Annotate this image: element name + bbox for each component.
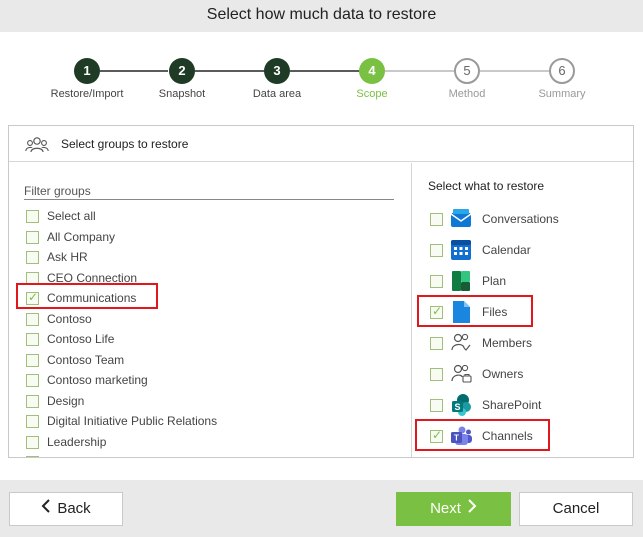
checkbox[interactable] bbox=[26, 436, 39, 449]
checkbox[interactable] bbox=[26, 333, 39, 346]
group-label: Contoso Life bbox=[47, 332, 115, 346]
groups-icon bbox=[25, 135, 49, 160]
step-label: Method bbox=[448, 88, 486, 100]
next-button-label: Next bbox=[430, 500, 461, 517]
step-method: 5 Method bbox=[417, 58, 517, 100]
highlight-box bbox=[415, 419, 550, 451]
checkbox[interactable] bbox=[26, 415, 39, 428]
panel-title: Select groups to restore bbox=[61, 137, 189, 151]
checkbox[interactable] bbox=[26, 210, 39, 223]
chevron-left-icon bbox=[41, 493, 51, 525]
step-label: Scope bbox=[356, 88, 388, 100]
checkbox[interactable] bbox=[26, 374, 39, 387]
restore-items-list: Select what to restore Conversations Cal… bbox=[412, 163, 633, 457]
step-scope[interactable]: 4 Scope bbox=[322, 58, 422, 100]
step-restore-import[interactable]: 1 Restore/Import bbox=[37, 58, 137, 100]
planner-icon bbox=[450, 269, 472, 293]
group-label: Contoso bbox=[47, 312, 92, 326]
restore-scope-panel: Select groups to restore Filter groups S… bbox=[8, 125, 634, 458]
step-number: 5 bbox=[454, 58, 480, 84]
restore-item-label: Members bbox=[482, 336, 533, 350]
back-button[interactable]: Back bbox=[9, 492, 123, 526]
group-label: Ask HR bbox=[47, 250, 88, 264]
checkbox[interactable] bbox=[26, 231, 39, 244]
checkbox[interactable] bbox=[26, 456, 39, 457]
step-number: 2 bbox=[169, 58, 195, 84]
step-label: Snapshot bbox=[158, 88, 206, 100]
group-label: Contoso marketing bbox=[47, 373, 148, 387]
step-number: 6 bbox=[549, 58, 575, 84]
checkbox[interactable] bbox=[430, 275, 443, 288]
checkbox[interactable] bbox=[430, 399, 443, 412]
cancel-button[interactable]: Cancel bbox=[519, 492, 633, 526]
owners-icon bbox=[450, 362, 472, 386]
members-icon bbox=[450, 331, 472, 355]
dialog-header: Select how much data to restore bbox=[0, 0, 643, 32]
checkbox[interactable] bbox=[26, 395, 39, 408]
restore-item-sharepoint[interactable]: S SharePoint bbox=[428, 393, 628, 419]
restore-item-label: Conversations bbox=[482, 212, 559, 226]
dialog-footer: Back Next Cancel bbox=[0, 480, 643, 537]
restore-item-label: Calendar bbox=[482, 243, 531, 257]
step-summary: 6 Summary bbox=[512, 58, 612, 100]
step-data-area[interactable]: 3 Data area bbox=[227, 58, 327, 100]
step-label: Data area bbox=[252, 88, 302, 100]
next-button[interactable]: Next bbox=[396, 492, 511, 526]
step-label: Summary bbox=[538, 88, 586, 100]
step-number: 4 bbox=[359, 58, 385, 84]
restore-item-calendar[interactable]: Calendar bbox=[428, 238, 628, 264]
wizard-stepper: 1 Restore/Import 2 Snapshot 3 Data area … bbox=[0, 32, 643, 122]
svg-text:S: S bbox=[454, 402, 460, 412]
highlight-box bbox=[16, 283, 158, 309]
back-button-label: Back bbox=[57, 500, 91, 517]
checkbox[interactable] bbox=[430, 213, 443, 226]
group-label: Select all bbox=[47, 209, 96, 223]
filter-underline bbox=[24, 199, 394, 200]
restore-item-label: SharePoint bbox=[482, 398, 542, 412]
group-label: Contoso Team bbox=[47, 353, 125, 367]
step-snapshot[interactable]: 2 Snapshot bbox=[132, 58, 232, 100]
calendar-icon bbox=[450, 238, 472, 262]
highlight-box bbox=[417, 295, 533, 327]
restore-item-plan[interactable]: Plan bbox=[428, 269, 628, 295]
cancel-button-label: Cancel bbox=[552, 500, 600, 517]
sharepoint-icon: S bbox=[450, 393, 472, 417]
restore-item-label: Plan bbox=[482, 274, 507, 288]
panel-header: Select groups to restore bbox=[9, 126, 633, 162]
step-number: 1 bbox=[74, 58, 100, 84]
chevron-right-icon bbox=[467, 493, 477, 525]
checkbox[interactable] bbox=[430, 244, 443, 257]
restore-item-label: Owners bbox=[482, 367, 524, 381]
step-label: Restore/Import bbox=[50, 88, 124, 100]
restore-item-conversations[interactable]: Conversations bbox=[428, 207, 628, 233]
group-label: Leadership bbox=[47, 435, 107, 449]
group-label: Design bbox=[47, 394, 85, 408]
checkbox[interactable] bbox=[430, 368, 443, 381]
checkbox[interactable] bbox=[26, 251, 39, 264]
restore-item-members[interactable]: Members bbox=[428, 331, 628, 357]
restore-title: Select what to restore bbox=[428, 179, 545, 193]
checkbox[interactable] bbox=[430, 337, 443, 350]
dialog-title: Select how much data to restore bbox=[206, 6, 437, 23]
outlook-mail-icon bbox=[450, 207, 472, 231]
restore-item-owners[interactable]: Owners bbox=[428, 362, 628, 388]
group-label: Digital Initiative Public Relations bbox=[47, 414, 218, 428]
filter-groups-label: Filter groups bbox=[24, 184, 91, 198]
checkbox[interactable] bbox=[26, 313, 39, 326]
checkbox[interactable] bbox=[26, 354, 39, 367]
group-filter-list: Filter groups Select all All Company Ask… bbox=[9, 163, 411, 457]
group-label: All Company bbox=[47, 230, 116, 244]
step-number: 3 bbox=[264, 58, 290, 84]
